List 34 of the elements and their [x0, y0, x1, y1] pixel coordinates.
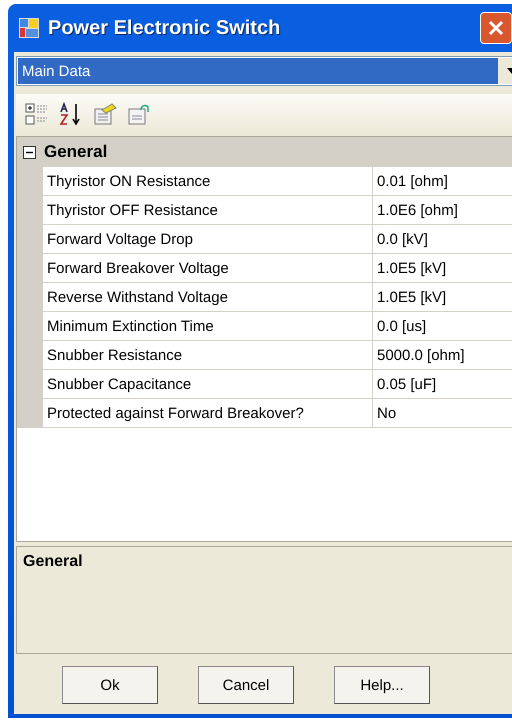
description-title: General — [23, 553, 84, 571]
dialog-button[interactable]: Cancel — [198, 666, 294, 704]
close-button[interactable] — [480, 12, 512, 44]
close-icon — [488, 20, 504, 36]
toolbar-button[interactable] — [24, 101, 50, 127]
category-label: General — [44, 142, 108, 162]
property-name[interactable]: Snubber Resistance — [43, 341, 373, 369]
property-value[interactable]: 0.0 [us] — [373, 312, 512, 340]
dialog-button[interactable]: Ok — [62, 666, 158, 704]
property-name[interactable]: Thyristor OFF Resistance — [43, 196, 373, 224]
categorized-icon — [25, 102, 49, 126]
app-icon — [18, 17, 40, 39]
property-value[interactable]: 0.01 [ohm] — [373, 167, 512, 195]
property-value[interactable]: 1.0E6 [ohm] — [373, 196, 512, 224]
dialog-button[interactable]: Help... — [334, 666, 430, 704]
window-title: Power Electronic Switch — [48, 16, 280, 40]
collapse-icon[interactable] — [23, 146, 36, 158]
property-value[interactable]: 5000.0 [ohm] — [373, 341, 512, 369]
page-arrow-icon — [127, 102, 151, 126]
property-name[interactable]: Minimum Extinction Time — [43, 312, 373, 340]
property-name[interactable]: Forward Voltage Drop — [43, 225, 373, 253]
property-name[interactable]: Forward Breakover Voltage — [43, 254, 373, 282]
property-name[interactable]: Protected against Forward Breakover? — [43, 399, 373, 427]
property-pages-icon — [93, 102, 117, 126]
property-name[interactable]: Snubber Capacitance — [43, 370, 373, 398]
object-dropdown[interactable]: Main Data — [16, 56, 512, 86]
property-name[interactable]: Thyristor ON Resistance — [43, 167, 373, 195]
property-value[interactable]: 1.0E5 [kV] — [373, 254, 512, 282]
property-value[interactable]: No — [373, 399, 512, 427]
property-value[interactable]: 1.0E5 [kV] — [373, 283, 512, 311]
property-value[interactable]: 0.0 [kV] — [373, 225, 512, 253]
property-value[interactable]: 0.05 [uF] — [373, 370, 512, 398]
property-name[interactable]: Reverse Withstand Voltage — [43, 283, 373, 311]
category-row[interactable]: General — [17, 137, 512, 167]
